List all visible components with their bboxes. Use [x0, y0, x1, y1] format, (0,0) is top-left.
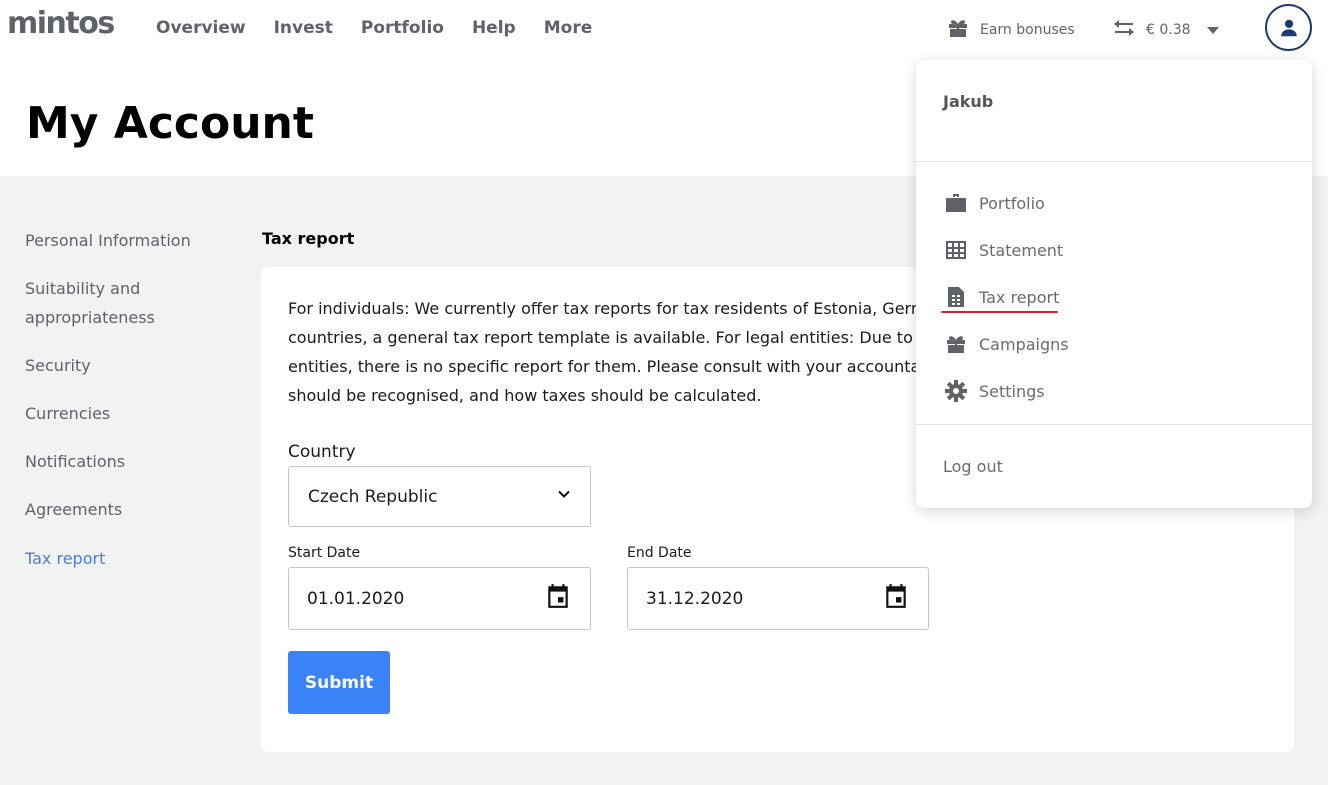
section-title: Tax report	[262, 229, 355, 248]
user-dropdown-menu: Jakub Portfolio Statement Tax report Cam…	[916, 60, 1312, 508]
sidebar-item-currencies[interactable]: Currencies	[25, 399, 225, 428]
dropdown-item-statement[interactable]: Statement	[944, 238, 1063, 262]
nav-more[interactable]: More	[544, 18, 593, 38]
dropdown-item-tax-report[interactable]: Tax report	[944, 285, 1059, 309]
dropdown-item-label: Campaigns	[979, 334, 1069, 354]
sidebar-item-notifications[interactable]: Notifications	[25, 447, 225, 476]
sidebar-item-agreements[interactable]: Agreements	[25, 495, 225, 524]
page-title: My Account	[26, 98, 314, 149]
end-date-value: 31.12.2020	[646, 588, 744, 609]
calendar-icon[interactable]	[545, 583, 571, 614]
dropdown-item-portfolio[interactable]: Portfolio	[944, 191, 1045, 215]
submit-button[interactable]: Submit	[288, 651, 390, 714]
highlight-underline	[941, 311, 1058, 313]
chevron-down-icon	[1206, 26, 1219, 34]
dropdown-item-label: Settings	[979, 381, 1045, 401]
dropdown-item-label: Statement	[979, 240, 1064, 260]
gift-icon	[946, 16, 970, 44]
gear-icon	[944, 379, 968, 403]
start-date-input[interactable]: 01.01.2020	[288, 567, 591, 630]
balance-selector[interactable]: € 0.38	[1112, 16, 1219, 44]
end-date-label: End Date	[627, 545, 692, 561]
country-value: Czech Republic	[308, 486, 438, 507]
chevron-down-icon	[556, 486, 572, 507]
earn-bonuses-label: Earn bonuses	[980, 22, 1075, 38]
dropdown-item-label: Portfolio	[979, 193, 1045, 213]
sidebar-item-security[interactable]: Security	[25, 351, 225, 380]
dropdown-item-settings[interactable]: Settings	[944, 379, 1045, 403]
divider	[916, 424, 1312, 425]
sidebar-item-personal-information[interactable]: Personal Information	[25, 226, 225, 255]
account-sidebar: Personal Information Suitability and app…	[25, 226, 225, 573]
nav-overview[interactable]: Overview	[156, 18, 246, 38]
user-icon	[1280, 19, 1297, 36]
nav-invest[interactable]: Invest	[274, 18, 333, 38]
dropdown-item-label: Tax report	[979, 287, 1060, 307]
main-nav: Overview Invest Portfolio Help More	[156, 18, 592, 38]
gift-icon	[944, 332, 968, 356]
mintos-logo[interactable]: mintos	[7, 6, 115, 41]
earn-bonuses-link[interactable]: Earn bonuses	[946, 16, 1075, 44]
start-date-label: Start Date	[288, 545, 361, 561]
country-label: Country	[288, 442, 356, 462]
user-avatar-button[interactable]	[1265, 4, 1312, 51]
nav-portfolio[interactable]: Portfolio	[361, 18, 444, 38]
start-date-value: 01.01.2020	[307, 588, 405, 609]
sidebar-item-suitability[interactable]: Suitability and appropriateness	[25, 274, 225, 332]
divider	[916, 161, 1312, 162]
country-select[interactable]: Czech Republic	[288, 466, 591, 527]
document-icon	[944, 285, 968, 309]
calendar-icon[interactable]	[883, 583, 909, 614]
dropdown-username: Jakub	[943, 92, 994, 111]
nav-help[interactable]: Help	[472, 18, 516, 38]
exchange-arrows-icon	[1112, 16, 1136, 44]
balance-value: € 0.38	[1146, 22, 1191, 38]
dropdown-item-campaigns[interactable]: Campaigns	[944, 332, 1069, 356]
table-icon	[944, 238, 968, 262]
logout-link[interactable]: Log out	[943, 457, 1003, 476]
end-date-input[interactable]: 31.12.2020	[627, 567, 929, 630]
briefcase-icon	[944, 191, 968, 215]
sidebar-item-tax-report[interactable]: Tax report	[25, 544, 225, 573]
